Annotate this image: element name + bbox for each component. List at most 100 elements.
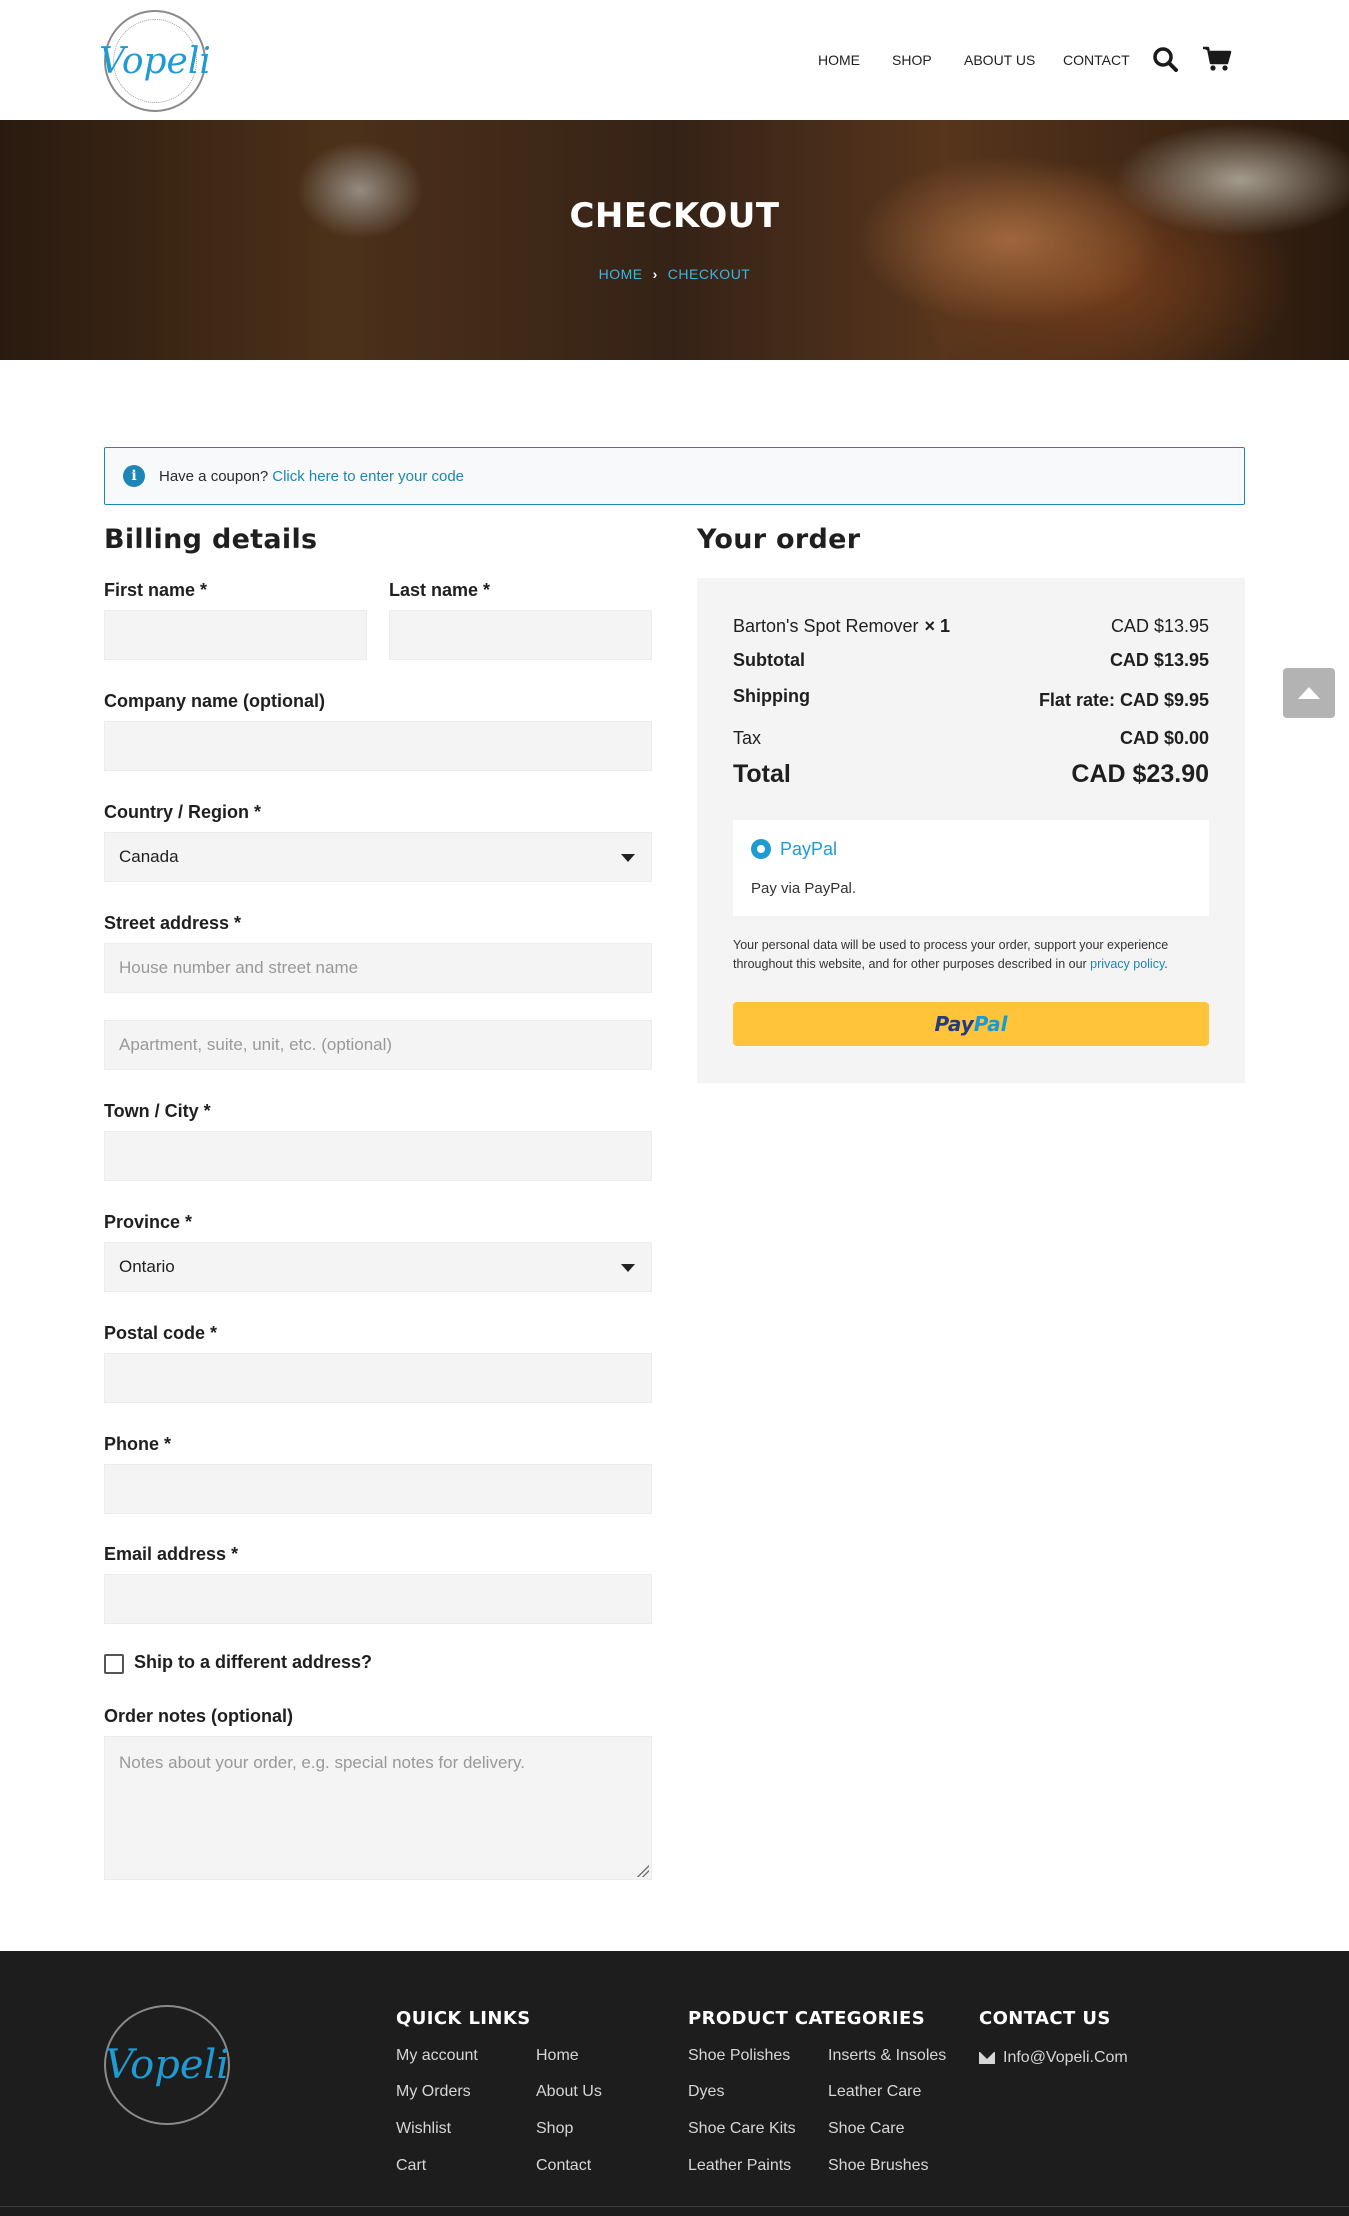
footer-link[interactable]: My account (396, 2047, 478, 2065)
country-select[interactable]: Canada (104, 832, 652, 882)
first-name-label: First name * (104, 580, 208, 600)
street-placeholder: House number and street name (119, 958, 359, 977)
province-select[interactable]: Ontario (104, 1242, 652, 1292)
privacy-policy-link[interactable]: privacy policy (1090, 957, 1164, 971)
shipping-value: Flat rate: CAD $9.95 (1038, 690, 1209, 710)
footer-link[interactable]: Contact (536, 2157, 591, 2175)
shipping-row: Shipping Flat rate: CAD $9.95 (733, 686, 1209, 711)
footer-category-link[interactable]: Shoe Polishes (688, 2047, 790, 2065)
order-heading: Your order (697, 524, 861, 555)
footer-category-link[interactable]: Leather Paints (688, 2157, 791, 2175)
nav-home[interactable]: HOME (818, 52, 860, 68)
footer-category-link[interactable]: Shoe Brushes (828, 2157, 929, 2175)
site-logo[interactable]: Vopeli (99, 10, 211, 112)
quick-links-heading: QUICK LINKS (396, 2008, 531, 2029)
last-name-field[interactable] (389, 610, 652, 660)
footer-email-text[interactable]: Info@Vopeli.Com (1003, 2049, 1128, 2067)
item-name: Barton's Spot Remover (733, 616, 919, 636)
chevron-right-icon: › (652, 266, 658, 282)
breadcrumb-current: CHECKOUT (667, 266, 751, 282)
subtotal-value: CAD $13.95 (1109, 650, 1209, 670)
postal-code-field[interactable] (104, 1353, 652, 1403)
country-value: Canada (119, 847, 179, 866)
first-name-field[interactable] (104, 610, 367, 660)
search-icon[interactable] (1152, 46, 1178, 72)
street-address-2-field[interactable]: Apartment, suite, unit, etc. (optional) (104, 1020, 652, 1070)
ship-different-label[interactable]: Ship to a different address? (134, 1652, 372, 1673)
footer-link[interactable]: Cart (396, 2157, 426, 2175)
page-title: CHECKOUT (569, 196, 780, 236)
phone-field[interactable] (104, 1464, 652, 1514)
company-field[interactable] (104, 721, 652, 771)
phone-label: Phone * (104, 1434, 172, 1454)
footer-category-link[interactable]: Leather Care (828, 2083, 921, 2101)
city-label: Town / City * (104, 1101, 211, 1121)
order-notes-label: Order notes (optional) (104, 1706, 293, 1726)
tax-row: Tax CAD $0.00 (733, 728, 1209, 749)
nav-shop[interactable]: SHOP (892, 52, 932, 68)
scroll-to-top-button[interactable] (1283, 668, 1335, 718)
logo-text: Vopeli (99, 40, 211, 82)
country-label: Country / Region * (104, 802, 261, 822)
shipping-label: Shipping (733, 686, 810, 706)
order-notes-textarea[interactable]: Notes about your order, e.g. special not… (104, 1736, 652, 1880)
tax-value: CAD $0.00 (1119, 728, 1209, 748)
order-review: Barton's Spot Remover × 1 CAD $13.95 Subt… (697, 578, 1245, 1083)
nav-contact[interactable]: CONTACT (1063, 52, 1130, 68)
breadcrumb: HOME › CHECKOUT (0, 266, 1349, 282)
footer-link[interactable]: My Orders (396, 2083, 471, 2101)
total-label: Total (733, 760, 791, 788)
footer-logo-text: Vopeli (104, 2042, 230, 2088)
tax-label: Tax (733, 728, 762, 748)
nav-about-us[interactable]: ABOUT US (964, 52, 1035, 68)
payment-method-paypal[interactable]: PayPal Pay via PayPal. (733, 820, 1209, 916)
payment-description: Pay via PayPal. (751, 880, 857, 897)
total-row: Total CAD $23.90 (733, 760, 1209, 789)
envelope-icon (979, 2052, 995, 2064)
paypal-logo-pal: Pal (973, 1012, 1008, 1036)
street-address-field[interactable]: House number and street name (104, 943, 652, 993)
paypal-button[interactable]: Pay Pal (733, 1002, 1209, 1046)
payment-name[interactable]: PayPal (780, 839, 837, 860)
footer-category-link[interactable]: Shoe Care (828, 2120, 905, 2138)
item-quantity: × 1 (924, 616, 951, 636)
caret-down-icon (621, 854, 635, 862)
coupon-notice: i Have a coupon? Click here to enter you… (104, 447, 1245, 505)
item-price: CAD $13.95 (1110, 616, 1209, 636)
email-field[interactable] (104, 1574, 652, 1624)
billing-heading: Billing details (104, 524, 318, 555)
last-name-label: Last name * (389, 580, 491, 600)
subtotal-row: Subtotal CAD $13.95 (733, 650, 1209, 671)
ship-different-checkbox[interactable] (104, 1654, 124, 1674)
footer-divider (0, 2206, 1349, 2207)
total-value: CAD $23.90 (1071, 760, 1209, 788)
province-label: Province * (104, 1212, 193, 1232)
order-item-row: Barton's Spot Remover × 1 CAD $13.95 (733, 616, 1209, 637)
site-header: Vopeli HOME SHOP ABOUT US CONTACT (0, 0, 1349, 120)
footer-category-link[interactable]: Inserts & Insoles (828, 2047, 946, 2065)
footer-category-link[interactable]: Dyes (688, 2083, 724, 2101)
company-label: Company name (optional) (104, 691, 326, 711)
city-field[interactable] (104, 1131, 652, 1181)
footer-email[interactable]: Info@Vopeli.Com (979, 2049, 1128, 2067)
info-icon: i (123, 465, 145, 487)
resize-handle-icon[interactable] (637, 1865, 649, 1877)
breadcrumb-home[interactable]: HOME (599, 266, 643, 282)
footer-category-link[interactable]: Shoe Care Kits (688, 2120, 796, 2138)
privacy-notice: Your personal data will be used to proce… (733, 938, 1169, 971)
categories-heading: PRODUCT CATEGORIES (688, 2008, 926, 2029)
paypal-logo-pay: Pay (934, 1012, 974, 1036)
cart-icon[interactable] (1202, 46, 1232, 72)
footer-logo[interactable]: Vopeli (104, 2005, 230, 2125)
postal-label: Postal code * (104, 1323, 218, 1343)
footer-link[interactable]: Wishlist (396, 2120, 451, 2138)
footer-link[interactable]: About Us (536, 2083, 602, 2101)
footer-link[interactable]: Shop (536, 2120, 573, 2138)
footer-link[interactable]: Home (536, 2047, 579, 2065)
caret-down-icon (621, 1264, 635, 1272)
paypal-radio[interactable] (751, 839, 771, 859)
subtotal-label: Subtotal (733, 650, 805, 670)
street2-placeholder: Apartment, suite, unit, etc. (optional) (119, 1035, 393, 1054)
coupon-link[interactable]: Click here to enter your code (272, 468, 464, 485)
province-value: Ontario (119, 1257, 175, 1276)
